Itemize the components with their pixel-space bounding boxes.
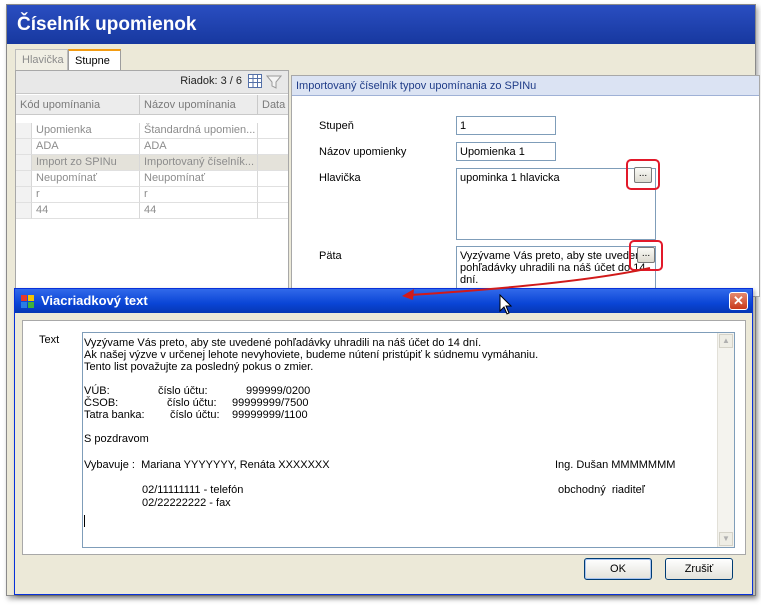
account-label: číslo účtu: <box>167 397 217 409</box>
text-line: 02/11111111 - telefón <box>142 484 244 496</box>
account-label: číslo účtu: <box>158 385 208 397</box>
close-icon[interactable]: ✕ <box>729 292 748 310</box>
scroll-up-icon[interactable]: ▲ <box>719 334 733 348</box>
cell-kod: Import zo SPINu <box>32 155 140 171</box>
vertical-scrollbar[interactable]: ▲ ▼ <box>717 333 734 547</box>
cell-data <box>258 203 288 219</box>
text-line: Vybavuje : Mariana YYYYYYY, Renáta XXXXX… <box>84 459 330 471</box>
table-row[interactable]: r r <box>16 187 288 203</box>
app-title: Číselník upomienok <box>7 5 755 44</box>
tab-hlavicka[interactable]: Hlavička <box>15 49 68 70</box>
text-caret <box>84 515 85 527</box>
grid-toolbar: Riadok: 3 / 6 <box>16 71 288 94</box>
detail-header: Importovaný číselník typov upomínania zo… <box>292 76 759 96</box>
table-row[interactable]: 44 44 <box>16 203 288 219</box>
cell-nazov: Importovaný číselník... <box>140 155 258 171</box>
text-label: Text <box>39 334 60 346</box>
cell-kod: ADA <box>32 139 140 155</box>
cell-data <box>258 187 288 203</box>
app-window-icon <box>21 295 34 308</box>
column-header-nazov[interactable]: Názov upomínania <box>140 95 258 115</box>
account-number: 999999/0200 <box>246 385 311 397</box>
cell-nazov: Štandardná upomien... <box>140 123 258 139</box>
tab-stupne[interactable]: Stupne <box>68 49 121 70</box>
row-selector[interactable] <box>16 187 32 203</box>
pata-text-line: Vyzývame Vás preto, aby ste uvedené <box>460 250 648 262</box>
row-selector[interactable] <box>16 155 32 171</box>
row-selector[interactable] <box>16 171 32 187</box>
ok-button[interactable]: OK <box>584 558 652 580</box>
cell-nazov: Neupomínať <box>140 171 258 187</box>
account-label: číslo účtu: <box>170 409 220 421</box>
text-line: Vyzývame Vás preto, aby ste uvedené pohľ… <box>84 337 482 349</box>
hlavicka-label: Hlavička <box>319 172 361 184</box>
viacriadkovy-text-dialog: Viacriadkový text ✕ Text Vyzývame Vás pr… <box>14 288 753 595</box>
nazov-upomienky-label: Názov upomienky <box>319 146 407 158</box>
multiline-text-area[interactable]: Vyzývame Vás preto, aby ste uvedené pohľ… <box>82 332 735 548</box>
table-row[interactable]: ADA ADA <box>16 139 288 155</box>
row-selector[interactable] <box>16 123 32 139</box>
cell-nazov: r <box>140 187 258 203</box>
column-header-data[interactable]: Data <box>258 95 288 115</box>
column-header-kod[interactable]: Kód upomínania <box>16 95 140 115</box>
stupen-input[interactable]: 1 <box>456 116 556 135</box>
cell-kod: r <box>32 187 140 203</box>
text-line: S pozdravom <box>84 433 149 445</box>
cell-data <box>258 155 288 171</box>
text-line: obchodný riaditeľ <box>558 484 645 496</box>
cell-nazov: ADA <box>140 139 258 155</box>
text-line: Ing. Dušan MMMMMMM <box>555 459 676 471</box>
annotation-arrow-icon <box>402 267 651 300</box>
bank-name: ČSOB: <box>84 397 119 409</box>
dialog-body: Text Vyzývame Vás preto, aby ste uvedené… <box>22 320 746 555</box>
cell-kod: 44 <box>32 203 140 219</box>
hlavicka-text: upominka 1 hlavicka <box>460 172 560 184</box>
pata-ellipsis-button[interactable]: ... <box>637 247 655 263</box>
cell-kod: Upomienka <box>32 123 140 139</box>
text-line: Tento list považujte za posledný pokus o… <box>84 361 314 373</box>
bank-name: Tatra banka: <box>84 409 145 421</box>
table-row[interactable]: Neupomínať Neupomínať <box>16 171 288 187</box>
cancel-button[interactable]: Zrušiť <box>665 558 733 580</box>
hlavicka-ellipsis-button[interactable]: ... <box>634 167 652 183</box>
cell-kod: Neupomínať <box>32 171 140 187</box>
cell-data <box>258 139 288 155</box>
stupen-label: Stupeň <box>319 120 354 132</box>
row-selector[interactable] <box>16 139 32 155</box>
pata-label: Päta <box>319 250 342 262</box>
cell-data <box>258 123 288 139</box>
text-line: Ak našej výzve v určenej lehote nevyhovi… <box>84 349 539 361</box>
table-row-selected[interactable]: Import zo SPINu Importovaný číselník... <box>16 155 288 171</box>
cell-nazov: 44 <box>140 203 258 219</box>
bank-name: VÚB: <box>84 385 110 397</box>
account-number: 99999999/1100 <box>232 409 308 421</box>
account-number: 99999999/7500 <box>232 397 309 409</box>
stupne-grid: Riadok: 3 / 6 Kód upomínania Názov upomí… <box>15 70 289 294</box>
table-row[interactable]: Upomienka Štandardná upomien... <box>16 123 288 139</box>
row-selector[interactable] <box>16 203 32 219</box>
text-line: 02/22222222 - fax <box>142 497 231 509</box>
scroll-down-icon[interactable]: ▼ <box>719 532 733 546</box>
mouse-cursor-icon <box>499 294 513 315</box>
grid-layout-icon[interactable] <box>248 74 262 88</box>
nazov-upomienky-input[interactable]: Upomienka 1 <box>456 142 556 161</box>
row-counter: Riadok: 3 / 6 <box>180 75 242 87</box>
cell-data <box>258 171 288 187</box>
filter-icon[interactable] <box>266 74 282 90</box>
